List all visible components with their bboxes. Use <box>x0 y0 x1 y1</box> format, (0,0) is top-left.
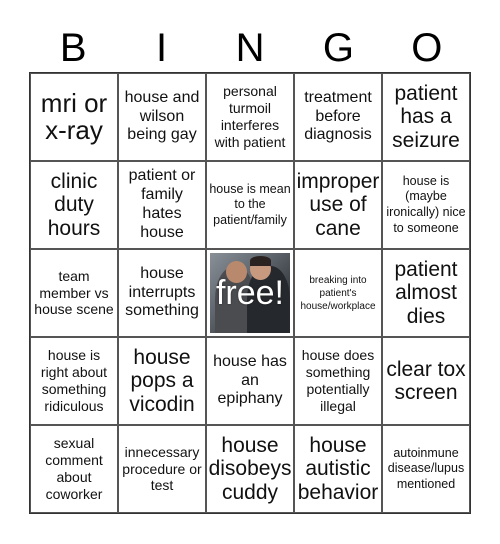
header-letter-i: I <box>156 26 168 70</box>
bingo-cell[interactable]: house has an epiphany <box>206 337 294 425</box>
header-letter-o: O <box>411 26 443 70</box>
bingo-cell[interactable]: house and wilson being gay <box>118 73 206 161</box>
bingo-cell[interactable]: house is (maybe ironically) nice to some… <box>382 161 470 249</box>
header-letter-b: B <box>59 26 87 70</box>
bingo-cell[interactable]: house pops a vicodin <box>118 337 206 425</box>
bingo-cell[interactable]: house is mean to the patient/family <box>206 161 294 249</box>
free-space-label: free! <box>215 273 285 312</box>
bingo-cell[interactable]: patient has a seizure <box>382 73 470 161</box>
bingo-cell[interactable]: treatment before diagnosis <box>294 73 382 161</box>
bingo-cell[interactable]: house autistic behavior <box>294 425 382 513</box>
bingo-header: B I N G O <box>29 24 471 72</box>
bingo-cell[interactable]: clear tox screen <box>382 337 470 425</box>
bingo-cell[interactable]: personal turmoil interferes with patient <box>206 73 294 161</box>
bingo-cell[interactable]: team member vs house scene <box>30 249 118 337</box>
bingo-cell[interactable]: patient or family hates house <box>118 161 206 249</box>
bingo-cell[interactable]: clinic duty hours <box>30 161 118 249</box>
bingo-card-grid: mri or x-ray house and wilson being gay … <box>29 72 471 514</box>
bingo-cell[interactable]: improper use of cane <box>294 161 382 249</box>
bingo-cell[interactable]: breaking into patient's house/workplace <box>294 249 382 337</box>
bingo-cell[interactable]: house is right about something ridiculou… <box>30 337 118 425</box>
header-letter-g: G <box>322 26 354 70</box>
bingo-cell[interactable]: autoinmune disease/lupus mentioned <box>382 425 470 513</box>
bingo-cell[interactable]: patient almost dies <box>382 249 470 337</box>
bingo-cell[interactable]: innecessary procedure or test <box>118 425 206 513</box>
bingo-cell[interactable]: house disobeys cuddy <box>206 425 294 513</box>
bingo-cell[interactable]: sexual comment about coworker <box>30 425 118 513</box>
header-letter-n: N <box>235 26 265 70</box>
house-and-wilson-photo: free! <box>210 253 290 333</box>
bingo-cell[interactable]: house interrupts something <box>118 249 206 337</box>
free-space-cell[interactable]: free! <box>206 249 294 337</box>
bingo-cell[interactable]: mri or x-ray <box>30 73 118 161</box>
bingo-cell[interactable]: house does something potentially illegal <box>294 337 382 425</box>
